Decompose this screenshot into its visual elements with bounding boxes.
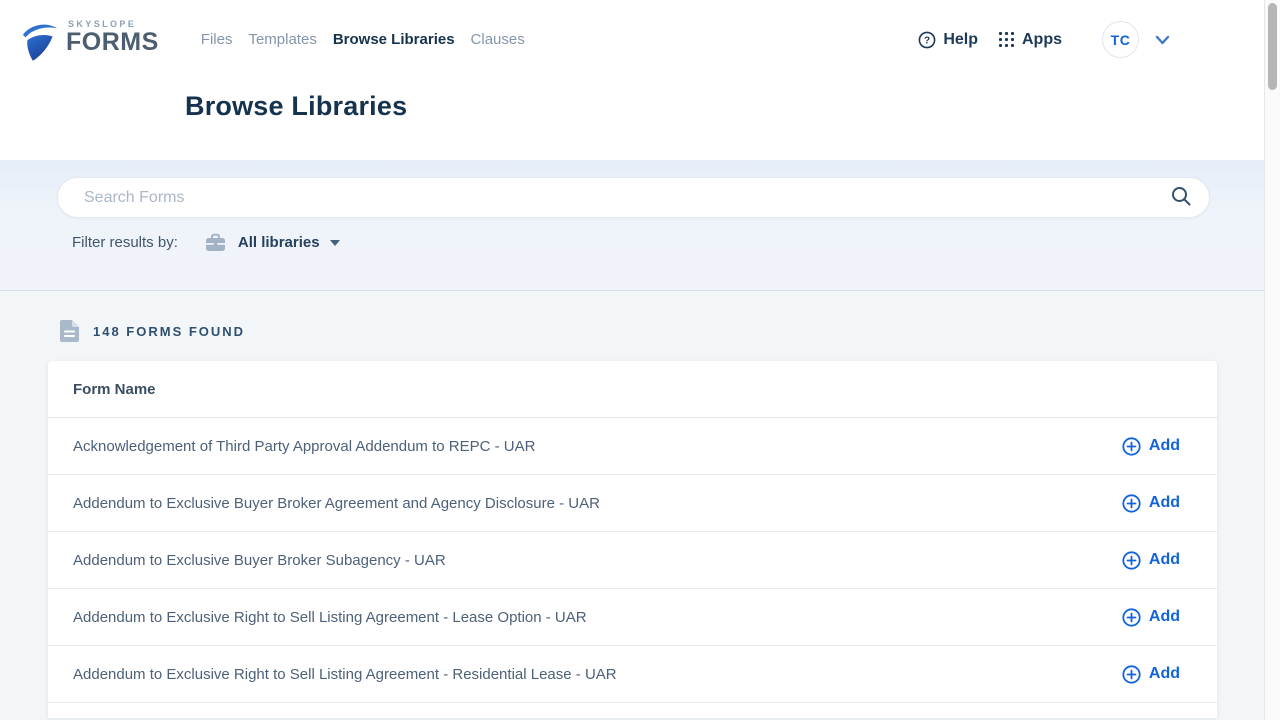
form-name: Acknowledgement of Third Party Approval … [73,438,535,455]
caret-down-icon[interactable] [330,240,340,246]
search-filter-section: Filter results by: All libraries [0,160,1280,290]
forms-found-count: 148 FORMS FOUND [93,324,245,339]
apps-label: Apps [1022,31,1062,49]
add-form-button[interactable]: Add [1122,437,1180,456]
svg-text:?: ? [924,35,930,46]
chevron-down-icon[interactable] [1155,35,1170,45]
forms-table-body: Acknowledgement of Third Party Approval … [48,418,1217,703]
document-icon [60,320,79,342]
form-name: Addendum to Exclusive Right to Sell List… [73,666,617,683]
search-box [57,177,1210,218]
add-form-button[interactable]: Add [1122,551,1180,570]
app-root: SKYSLOPE FORMS Files Templates Browse Li… [0,0,1280,720]
add-form-button[interactable]: Add [1122,608,1180,627]
apps-grid-icon [998,31,1015,48]
header-actions: ? Help Apps TC [918,21,1170,58]
forms-table: Form Name Acknowledgement of Third Party… [48,361,1217,718]
nav-item-clauses[interactable]: Clauses [471,27,525,52]
search-input[interactable] [57,177,1210,218]
logo-forms-text: FORMS [66,30,159,55]
add-button-label: Add [1149,551,1180,569]
help-button[interactable]: ? Help [918,31,978,49]
form-name: Addendum to Exclusive Right to Sell List… [73,609,587,626]
avatar[interactable]: TC [1102,21,1139,58]
plus-circle-icon [1122,608,1141,627]
add-form-button[interactable]: Add [1122,665,1180,684]
add-button-label: Add [1149,494,1180,512]
filter-label: Filter results by: [72,234,178,251]
nav-item-templates[interactable]: Templates [248,27,316,52]
account-menu[interactable]: TC [1102,21,1170,58]
page-scrollbar[interactable] [1264,0,1280,720]
table-row: Addendum to Exclusive Right to Sell List… [48,589,1217,646]
help-question-icon: ? [918,31,936,49]
nav-item-files[interactable]: Files [201,27,233,52]
form-name-column-header: Form Name [48,361,1217,418]
nav-item-browse-libraries[interactable]: Browse Libraries [333,27,455,52]
skyslope-forms-logo[interactable]: SKYSLOPE FORMS [22,18,159,61]
logo-wordmark: SKYSLOPE FORMS [66,18,159,55]
form-name: Addendum to Exclusive Buyer Broker Agree… [73,495,600,512]
plus-circle-icon [1122,665,1141,684]
add-button-label: Add [1149,608,1180,626]
add-button-label: Add [1149,437,1180,455]
skyslope-swoosh-icon [22,21,58,61]
briefcase-icon [205,233,226,252]
table-row: Acknowledgement of Third Party Approval … [48,418,1217,475]
library-filter-dropdown[interactable]: All libraries [238,234,320,251]
table-row: Addendum to Exclusive Right to Sell List… [48,646,1217,703]
plus-circle-icon [1122,494,1141,513]
help-label: Help [943,31,978,49]
primary-nav: Files Templates Browse Libraries Clauses [201,27,525,52]
table-row-partial [48,703,1217,718]
form-name: Addendum to Exclusive Buyer Broker Subag… [73,552,446,569]
results-section: 148 FORMS FOUND Form Name Acknowledgemen… [0,290,1280,720]
top-navigation-bar: SKYSLOPE FORMS Files Templates Browse Li… [0,0,1280,61]
scrollbar-thumb[interactable] [1268,3,1277,90]
page-title: Browse Libraries [185,91,1280,122]
table-row: Addendum to Exclusive Buyer Broker Agree… [48,475,1217,532]
app-header: SKYSLOPE FORMS Files Templates Browse Li… [0,0,1280,160]
search-button[interactable] [1170,185,1192,210]
add-button-label: Add [1149,665,1180,683]
results-count-row: 148 FORMS FOUND [0,291,1280,342]
filter-row: Filter results by: All libraries [72,233,1280,252]
plus-circle-icon [1122,551,1141,570]
search-icon [1170,185,1192,207]
plus-circle-icon [1122,437,1141,456]
add-form-button[interactable]: Add [1122,494,1180,513]
apps-button[interactable]: Apps [998,31,1062,49]
table-row: Addendum to Exclusive Buyer Broker Subag… [48,532,1217,589]
